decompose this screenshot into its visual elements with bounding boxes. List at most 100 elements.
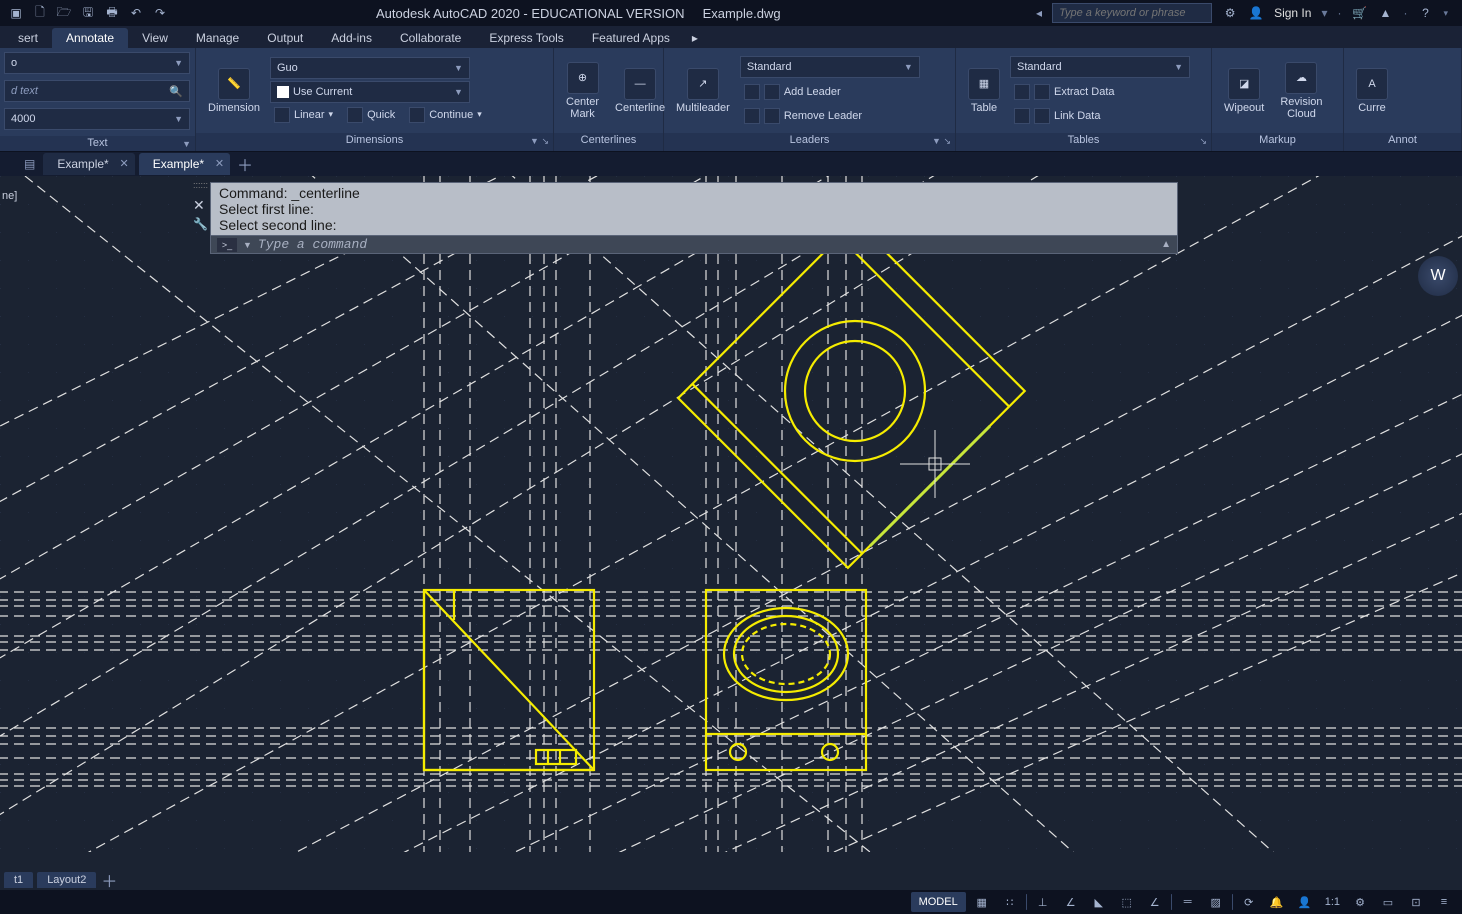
print-icon[interactable]: 🖶 bbox=[104, 5, 120, 21]
add-layout-button[interactable]: ＋ bbox=[100, 868, 118, 892]
model-space-button[interactable]: MODEL bbox=[911, 892, 966, 912]
filetab-1[interactable]: Example*✕ bbox=[139, 153, 230, 175]
open-icon[interactable]: 🗁 bbox=[56, 5, 72, 21]
drawing-canvas[interactable] bbox=[0, 176, 1462, 852]
dim-style-dropdown[interactable]: Guo▼ bbox=[270, 57, 470, 79]
leader-tool-a-icon[interactable] bbox=[744, 84, 760, 100]
text-height-value: 4000 bbox=[11, 113, 35, 125]
tab-expresstools[interactable]: Express Tools bbox=[475, 28, 577, 48]
annomon-icon[interactable]: 🔔 bbox=[1265, 892, 1289, 912]
customize-icon[interactable]: ▭ bbox=[1376, 892, 1400, 912]
app-title-text: Autodesk AutoCAD 2020 - EDUCATIONAL VERS… bbox=[376, 6, 685, 21]
cmd-expand-icon[interactable]: ▲ bbox=[1161, 239, 1171, 250]
new-icon[interactable]: 🗋 bbox=[32, 5, 48, 21]
dimension-button[interactable]: 📏Dimension bbox=[202, 66, 266, 116]
search-input[interactable] bbox=[1052, 3, 1212, 23]
search-prev-icon[interactable]: ◂ bbox=[1036, 6, 1042, 20]
tab-play[interactable]: ▸ bbox=[684, 28, 706, 48]
save-icon[interactable]: 🖫 bbox=[80, 5, 96, 21]
remove-leader-button[interactable]: Remove Leader bbox=[740, 106, 920, 126]
add-filetab-button[interactable]: ＋ bbox=[234, 153, 256, 175]
autodesk-icon[interactable]: ▲ bbox=[1377, 5, 1393, 21]
command-history: ✕ 🔧 :::::: Command: _centerline Select f… bbox=[210, 182, 1178, 236]
clean-icon[interactable]: ⊡ bbox=[1404, 892, 1428, 912]
infocenter-icon[interactable]: ⚙ bbox=[1222, 5, 1238, 21]
grid-dots-icon[interactable]: ∷ bbox=[998, 892, 1022, 912]
table-button[interactable]: ▦Table bbox=[962, 66, 1006, 116]
text-style-dropdown[interactable]: o▼ bbox=[4, 52, 190, 74]
command-input-bar[interactable]: >_ ▼ Type a command ▲ bbox=[210, 236, 1178, 254]
help-icon[interactable]: ? bbox=[1417, 5, 1433, 21]
centerline-button[interactable]: —Centerline bbox=[609, 66, 671, 116]
extract-data-button[interactable]: Extract Data bbox=[1010, 82, 1190, 102]
leader-tool-b-icon[interactable] bbox=[744, 108, 760, 124]
annoscale-icon: A bbox=[1356, 68, 1388, 100]
transparency-icon[interactable]: ▨ bbox=[1204, 892, 1228, 912]
addcurrent-button[interactable]: ACurre bbox=[1350, 66, 1394, 116]
filetab-0[interactable]: Example*✕ bbox=[43, 153, 134, 175]
otrack-icon[interactable]: ∠ bbox=[1143, 892, 1167, 912]
gear-icon[interactable]: ⚙ bbox=[1348, 892, 1372, 912]
panel-leaders-label[interactable]: Leaders▼ ↘ bbox=[664, 133, 955, 151]
table-tool-a-icon[interactable] bbox=[1014, 84, 1030, 100]
link-data-button[interactable]: Link Data bbox=[1010, 106, 1190, 126]
tab-featuredapps[interactable]: Featured Apps bbox=[578, 28, 684, 48]
config-cmd-icon[interactable]: 🔧 bbox=[193, 217, 208, 231]
lineweight-icon[interactable]: ═ bbox=[1176, 892, 1200, 912]
wipeout-button[interactable]: ◪Wipeout bbox=[1218, 66, 1270, 116]
osnap-icon[interactable]: ⬚ bbox=[1115, 892, 1139, 912]
tab-collaborate[interactable]: Collaborate bbox=[386, 28, 475, 48]
find-icon[interactable]: 🔍 bbox=[169, 85, 183, 98]
linear-button[interactable]: Linear ▾ bbox=[270, 105, 337, 125]
undo-icon[interactable]: ↶ bbox=[128, 5, 144, 21]
annoscale-icon[interactable]: 👤 bbox=[1293, 892, 1317, 912]
command-input[interactable]: Type a command bbox=[258, 237, 367, 252]
table-style-value: Standard bbox=[1017, 61, 1062, 73]
title-bar: ▣ 🗋 🗁 🖫 🖶 ↶ ↷ Autodesk AutoCAD 2020 - ED… bbox=[0, 0, 1462, 26]
polar-icon[interactable]: ∠ bbox=[1059, 892, 1083, 912]
table-style-dropdown[interactable]: Standard▼ bbox=[1010, 56, 1190, 78]
add-leader-button[interactable]: Add Leader bbox=[740, 82, 920, 102]
leader-style-dropdown[interactable]: Standard▼ bbox=[740, 56, 920, 78]
menu-icon[interactable]: ≡ bbox=[1432, 892, 1456, 912]
quick-button[interactable]: Quick bbox=[343, 105, 399, 125]
wireframe-label[interactable]: ne] bbox=[2, 190, 17, 202]
user-icon[interactable]: 👤 bbox=[1248, 5, 1264, 21]
find-text-input[interactable]: d text🔍 bbox=[4, 80, 190, 102]
tab-view[interactable]: View bbox=[128, 28, 182, 48]
app-icon[interactable]: ▣ bbox=[8, 5, 24, 21]
redo-icon[interactable]: ↷ bbox=[152, 5, 168, 21]
tab-addins[interactable]: Add-ins bbox=[317, 28, 386, 48]
panel-annotation-scaling: ACurre Annot bbox=[1344, 48, 1462, 151]
signin-button[interactable]: Sign In bbox=[1274, 6, 1311, 20]
scale-display[interactable]: 1:1 bbox=[1321, 892, 1344, 912]
layout-tab-1[interactable]: Layout2 bbox=[37, 872, 96, 888]
centermark-button[interactable]: ⊕Center Mark bbox=[560, 60, 605, 122]
panel-tables-label[interactable]: Tables↘ bbox=[956, 133, 1211, 151]
revcloud-button[interactable]: ☁Revision Cloud bbox=[1274, 60, 1328, 122]
close-icon[interactable]: ✕ bbox=[215, 157, 224, 170]
remove-leader-icon bbox=[764, 108, 780, 124]
tab-insert[interactable]: sert bbox=[4, 28, 52, 48]
iso-icon[interactable]: ◣ bbox=[1087, 892, 1111, 912]
ortho-icon[interactable]: ⊥ bbox=[1031, 892, 1055, 912]
continue-button[interactable]: Continue ▾ bbox=[405, 105, 486, 125]
viewcube[interactable]: W bbox=[1418, 256, 1458, 296]
close-cmd-icon[interactable]: ✕ bbox=[193, 197, 205, 214]
grid-icon[interactable]: ▦ bbox=[970, 892, 994, 912]
text-height-dropdown[interactable]: 4000▼ bbox=[4, 108, 190, 130]
cmd-recent-icon[interactable]: ▼ bbox=[243, 240, 252, 250]
start-tab-icon[interactable]: ▤ bbox=[24, 157, 35, 171]
cycling-icon[interactable]: ⟳ bbox=[1237, 892, 1261, 912]
layout-tab-0[interactable]: t1 bbox=[4, 872, 33, 888]
panel-text-label[interactable]: Text ▼ bbox=[0, 136, 195, 151]
panel-dimensions-label[interactable]: Dimensions ▼ ↘ bbox=[196, 133, 553, 151]
close-icon[interactable]: ✕ bbox=[119, 157, 128, 170]
multileader-button[interactable]: ↗Multileader bbox=[670, 66, 736, 116]
tab-output[interactable]: Output bbox=[253, 28, 317, 48]
table-tool-b-icon[interactable] bbox=[1014, 108, 1030, 124]
cart-icon[interactable]: 🛒 bbox=[1351, 5, 1367, 21]
tab-annotate[interactable]: Annotate bbox=[52, 28, 128, 48]
dim-layer-dropdown[interactable]: Use Current▼ bbox=[270, 81, 470, 103]
tab-manage[interactable]: Manage bbox=[182, 28, 253, 48]
